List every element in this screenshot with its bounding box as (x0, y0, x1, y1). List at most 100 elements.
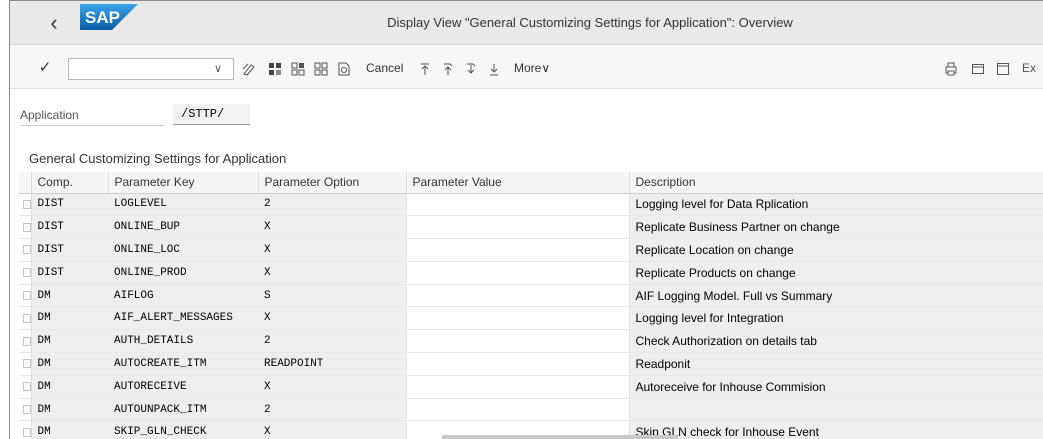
column-header-parameter-key[interactable]: Parameter Key (108, 172, 259, 194)
description-cell: Check Authorization on details tab (629, 329, 1043, 354)
next-page-icon[interactable] (464, 62, 478, 76)
row-selector[interactable] (19, 420, 32, 439)
last-page-icon[interactable] (487, 62, 501, 76)
application-field[interactable]: /STTP/ (173, 104, 250, 125)
deselect-all-icon[interactable] (314, 62, 328, 76)
horizontal-scrollbar[interactable] (442, 435, 678, 439)
cancel-button[interactable]: Cancel (366, 61, 403, 75)
table-row[interactable]: DIST LOGLEVEL 2 Logging level for Data R… (19, 193, 1043, 217)
row-selector[interactable] (19, 193, 32, 217)
description-cell: Skip GLN check for Inhouse Event (629, 420, 1043, 439)
print-view-icon[interactable] (337, 62, 351, 76)
table-row[interactable]: DM AUTOCREATE_ITM READPOINT Readponit (19, 352, 1043, 376)
description-cell: Readponit (629, 352, 1043, 376)
parameter-value-cell (405, 284, 630, 308)
table-row[interactable]: DM AUTORECEIVE X Autoreceive for Inhouse… (19, 375, 1043, 399)
column-header-description[interactable]: Description (629, 172, 1043, 194)
parameter-value-cell (405, 193, 630, 217)
table-row[interactable]: DM AUTH_DETAILS 2 Check Authorization on… (19, 329, 1043, 354)
svg-text:SAP: SAP (85, 8, 120, 27)
row-selector-box[interactable] (23, 313, 30, 323)
column-header-parameter-option[interactable]: Parameter Option (258, 172, 407, 194)
row-selector-box[interactable] (23, 382, 30, 392)
table-row[interactable]: DIST ONLINE_LOC X Replicate Location on … (19, 238, 1043, 262)
comp-cell: DIST (31, 238, 108, 262)
parameter-key-cell: AIF_ALERT_MESSAGES (108, 306, 258, 331)
row-selector-box[interactable] (23, 291, 30, 301)
display-change-icon[interactable] (242, 62, 256, 76)
parameter-key-cell: AUTOCREATE_ITM (108, 352, 258, 376)
comp-cell: DM (31, 352, 108, 376)
comp-cell: DM (31, 284, 108, 308)
table-row[interactable]: DM AUTOUNPACK_ITM 2 (19, 398, 1043, 422)
parameter-value-cell (405, 261, 630, 285)
select-block-icon[interactable] (291, 62, 305, 76)
chevron-down-icon: ∨ (541, 61, 551, 75)
more-menu-button[interactable]: More∨ (514, 61, 550, 75)
row-selector[interactable] (19, 306, 32, 331)
comp-cell: DIST (31, 193, 108, 217)
chevron-left-icon: ‹ (50, 10, 58, 35)
row-selector-box[interactable] (23, 427, 30, 437)
print-icon[interactable] (944, 62, 958, 76)
comp-cell: DM (31, 398, 108, 422)
first-page-icon[interactable] (418, 62, 432, 76)
row-selector[interactable] (19, 398, 32, 422)
row-selector-box[interactable] (23, 336, 30, 346)
row-selector-box[interactable] (23, 405, 30, 415)
row-selector[interactable] (19, 215, 32, 240)
parameter-option-cell: X (258, 261, 406, 285)
description-cell: AIF Logging Model. Full vs Summary (629, 284, 1043, 308)
row-selector[interactable] (19, 238, 32, 262)
exit-button[interactable]: Ex (1022, 61, 1036, 75)
parameter-option-cell: 2 (258, 329, 406, 354)
select-all-header[interactable] (19, 172, 32, 194)
parameter-option-cell: 2 (258, 193, 406, 217)
application-label-underline (20, 125, 165, 126)
back-button[interactable]: ‹ (40, 9, 68, 37)
column-header-parameter-value[interactable]: Parameter Value (406, 172, 630, 194)
parameter-option-cell: 2 (258, 398, 406, 422)
layout-icon[interactable] (996, 62, 1010, 76)
table-row[interactable]: DM AIF_ALERT_MESSAGES X Logging level fo… (19, 306, 1043, 331)
parameter-option-cell: X (258, 215, 406, 240)
chevron-down-icon[interactable]: ∨ (206, 59, 230, 79)
row-selector-box[interactable] (23, 359, 30, 369)
row-selector-box[interactable] (23, 245, 30, 255)
select-all-icon[interactable] (268, 62, 282, 76)
row-selector[interactable] (19, 375, 32, 399)
table-title: General Customizing Settings for Applica… (29, 151, 287, 166)
new-window-icon[interactable] (971, 62, 985, 76)
sap-logo: SAP (80, 4, 138, 30)
previous-page-icon[interactable] (441, 62, 455, 76)
row-selector[interactable] (19, 352, 32, 376)
table-row[interactable]: DIST ONLINE_PROD X Replicate Products on… (19, 261, 1043, 285)
settings-table: Comp. Parameter Key Parameter Option Par… (19, 172, 1043, 439)
parameter-value-cell (405, 375, 630, 399)
enter-checkmark-icon[interactable]: ✓ (36, 59, 54, 77)
comp-cell: DIST (31, 261, 108, 285)
parameter-value-cell (405, 238, 630, 262)
column-header-comp[interactable]: Comp. (31, 172, 109, 194)
description-cell: Logging level for Data Rplication (629, 193, 1043, 217)
row-selector-box[interactable] (23, 222, 30, 232)
comp-cell: DM (31, 329, 108, 354)
table-row[interactable]: DIST ONLINE_BUP X Replicate Business Par… (19, 215, 1043, 240)
parameter-option-cell: X (258, 306, 406, 331)
parameter-option-cell: X (258, 238, 406, 262)
comp-cell: DIST (31, 215, 108, 240)
parameter-key-cell: ONLINE_LOC (108, 238, 258, 262)
row-selector[interactable] (19, 329, 32, 354)
parameter-value-cell (405, 352, 630, 376)
parameter-key-cell: AUTH_DETAILS (108, 329, 258, 354)
row-selector[interactable] (19, 261, 32, 285)
parameter-key-cell: ONLINE_PROD (108, 261, 258, 285)
parameter-value-cell (405, 398, 630, 422)
row-selector-box[interactable] (23, 268, 30, 278)
description-cell: Autoreceive for Inhouse Commision (629, 375, 1043, 399)
sap-window: ‹ SAP Display View "General Customizing … (9, 0, 1043, 439)
row-selector[interactable] (19, 284, 32, 308)
table-row[interactable]: DM AIFLOG S AIF Logging Model. Full vs S… (19, 284, 1043, 308)
parameter-value-cell (405, 215, 630, 240)
row-selector-box[interactable] (23, 199, 30, 209)
